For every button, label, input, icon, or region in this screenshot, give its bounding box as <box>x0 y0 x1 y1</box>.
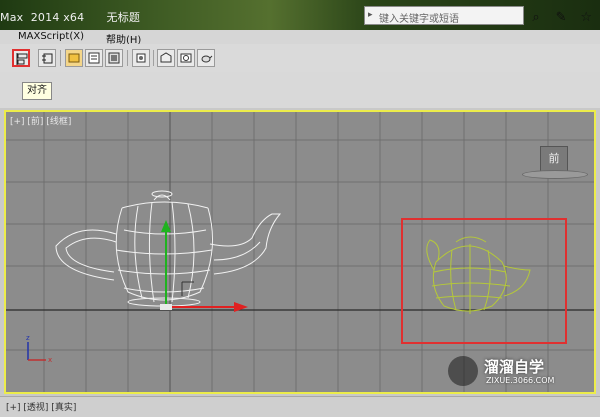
render-button[interactable] <box>177 49 195 67</box>
align-icon <box>16 53 28 65</box>
binoculars-icon[interactable]: ⌕ <box>528 10 544 26</box>
render-icon <box>180 53 192 63</box>
tooltip-area <box>0 72 600 108</box>
key-icon[interactable]: ✎ <box>553 10 569 26</box>
teapot-render-button[interactable] <box>197 49 215 67</box>
watermark: 溜溜自学 ZIXUE.3066.COM <box>430 340 590 394</box>
align-button[interactable] <box>12 49 30 67</box>
material-editor-icon <box>108 52 120 64</box>
white-teapot <box>55 190 282 307</box>
menu-bar: MAXScript(X) 帮助(H) <box>0 30 600 46</box>
watermark-subtitle: ZIXUE.3066.COM <box>486 376 555 385</box>
axis-tripod: z x <box>26 334 52 364</box>
viewcube-compass[interactable] <box>522 170 588 179</box>
scene-explorer-icon <box>88 52 100 64</box>
menu-maxscript[interactable]: MAXScript(X) <box>18 31 84 42</box>
svg-text:z: z <box>26 334 30 342</box>
selection-box <box>401 218 567 344</box>
teapot-render-icon <box>201 55 213 63</box>
watermark-title: 溜溜自学 <box>484 358 545 376</box>
rendered-frame-icon <box>160 52 172 63</box>
green-teapot <box>426 236 531 314</box>
search-arrow-icon: ▸ <box>368 10 373 20</box>
window-title: Max 2014 x64 无标题 <box>0 11 141 24</box>
scene-explorer-button[interactable] <box>85 49 103 67</box>
status-bar: [+] [透视] [真实] <box>0 396 600 417</box>
watermark-logo <box>448 356 478 386</box>
star-icon[interactable]: ☆ <box>578 10 594 26</box>
align-tooltip: 对齐 <box>22 82 52 100</box>
title-bar: Max 2014 x64 无标题 ▸ 键入关键字或短语 ⌕ ✎ ☆ ? <box>0 0 600 45</box>
infocenter-icons: ⌕ ✎ ☆ ? <box>528 6 600 45</box>
clone-align-button[interactable] <box>38 49 56 67</box>
render-setup-icon <box>136 53 146 63</box>
layer-manager-button[interactable] <box>65 49 83 67</box>
search-placeholder: 键入关键字或短语 <box>379 14 459 25</box>
rendered-frame-button[interactable] <box>157 49 175 67</box>
main-toolbar <box>0 44 600 73</box>
render-setup-button[interactable] <box>132 49 150 67</box>
viewport-label[interactable]: [+] [前] [线框] <box>10 114 71 127</box>
svg-text:x: x <box>48 356 52 364</box>
clone-align-icon <box>42 53 53 64</box>
material-editor-button[interactable] <box>105 49 123 67</box>
perspective-viewport-label[interactable]: [+] [透视] [真实] <box>6 400 76 413</box>
viewcube[interactable]: 前 <box>540 146 568 172</box>
search-input[interactable]: ▸ 键入关键字或短语 <box>364 6 524 25</box>
layer-manager-icon <box>68 53 80 63</box>
